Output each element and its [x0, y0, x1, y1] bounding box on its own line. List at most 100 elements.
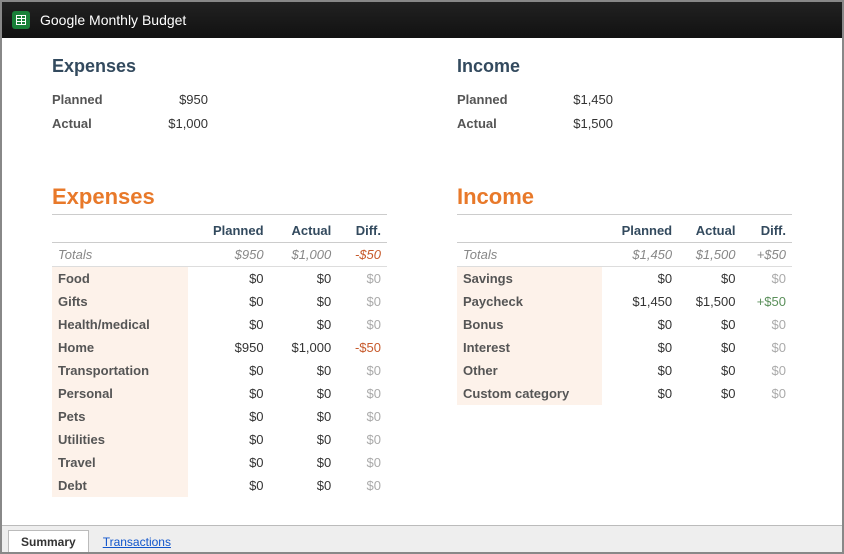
expenses-row-diff[interactable]: $0 [337, 359, 387, 382]
income-row-name[interactable]: Interest [457, 336, 602, 359]
table-row: Bonus$0$0$0 [457, 313, 792, 336]
tab-transactions[interactable]: Transactions [91, 531, 183, 553]
expenses-totals-row: Totals $950 $1,000 -$50 [52, 242, 387, 266]
expenses-row-actual[interactable]: $0 [270, 405, 338, 428]
expenses-row-planned[interactable]: $0 [188, 474, 270, 497]
income-row-name[interactable]: Custom category [457, 382, 602, 405]
expenses-row-name[interactable]: Home [52, 336, 188, 359]
table-row: Home$950$1,000-$50 [52, 336, 387, 359]
income-row-diff[interactable]: $0 [741, 382, 792, 405]
expenses-row-actual[interactable]: $0 [270, 290, 338, 313]
income-row-planned[interactable]: $0 [602, 359, 679, 382]
income-actual-value: $1,500 [553, 116, 613, 131]
income-totals-diff: +$50 [741, 242, 792, 266]
income-row-actual[interactable]: $0 [678, 336, 741, 359]
table-row: Paycheck$1,450$1,500+$50 [457, 290, 792, 313]
expenses-row-name[interactable]: Food [52, 266, 188, 290]
expenses-row-actual[interactable]: $1,000 [270, 336, 338, 359]
income-row-actual[interactable]: $1,500 [678, 290, 741, 313]
expenses-row-actual[interactable]: $0 [270, 266, 338, 290]
expenses-row-planned[interactable]: $0 [188, 382, 270, 405]
income-col-actual: Actual [678, 214, 741, 242]
expenses-summary: Expenses Planned $950 Actual $1,000 [52, 56, 387, 154]
income-row-planned[interactable]: $0 [602, 313, 679, 336]
income-row-diff[interactable]: $0 [741, 266, 792, 290]
expenses-row-actual[interactable]: $0 [270, 359, 338, 382]
income-planned-row: Planned $1,450 [457, 87, 792, 111]
income-totals-row: Totals $1,450 $1,500 +$50 [457, 242, 792, 266]
expenses-row-name[interactable]: Pets [52, 405, 188, 428]
expenses-row-actual[interactable]: $0 [270, 313, 338, 336]
expenses-row-diff[interactable]: $0 [337, 382, 387, 405]
content-area: Expenses Planned $950 Actual $1,000 Inco… [2, 38, 842, 525]
income-row-planned[interactable]: $0 [602, 266, 679, 290]
expenses-row-diff[interactable]: $0 [337, 474, 387, 497]
expenses-row-planned[interactable]: $0 [188, 359, 270, 382]
expenses-row-planned[interactable]: $950 [188, 336, 270, 359]
income-totals-label: Totals [457, 242, 602, 266]
sheet-tabs: Summary Transactions [2, 525, 842, 552]
income-summary: Income Planned $1,450 Actual $1,500 [457, 56, 792, 154]
income-row-name[interactable]: Paycheck [457, 290, 602, 313]
table-row: Utilities$0$0$0 [52, 428, 387, 451]
expenses-row-diff[interactable]: $0 [337, 313, 387, 336]
expenses-row-planned[interactable]: $0 [188, 451, 270, 474]
expenses-row-name[interactable]: Health/medical [52, 313, 188, 336]
expenses-row-planned[interactable]: $0 [188, 313, 270, 336]
income-row-diff[interactable]: $0 [741, 336, 792, 359]
income-row-planned[interactable]: $0 [602, 336, 679, 359]
income-row-planned[interactable]: $1,450 [602, 290, 679, 313]
expenses-row-actual[interactable]: $0 [270, 474, 338, 497]
tab-summary[interactable]: Summary [8, 530, 89, 553]
expenses-row-actual[interactable]: $0 [270, 382, 338, 405]
income-row-diff[interactable]: +$50 [741, 290, 792, 313]
expenses-col-actual: Actual [270, 214, 338, 242]
income-row-actual[interactable]: $0 [678, 266, 741, 290]
income-row-name[interactable]: Savings [457, 266, 602, 290]
income-row-planned[interactable]: $0 [602, 382, 679, 405]
expenses-row-planned[interactable]: $0 [188, 428, 270, 451]
expenses-row-diff[interactable]: -$50 [337, 336, 387, 359]
income-row-actual[interactable]: $0 [678, 313, 741, 336]
expenses-row-name[interactable]: Transportation [52, 359, 188, 382]
expenses-actual-value: $1,000 [148, 116, 208, 131]
income-planned-label: Planned [457, 92, 547, 107]
expenses-totals-label: Totals [52, 242, 188, 266]
expenses-row-diff[interactable]: $0 [337, 266, 387, 290]
income-totals-planned: $1,450 [602, 242, 679, 266]
expenses-row-diff[interactable]: $0 [337, 290, 387, 313]
expenses-row-planned[interactable]: $0 [188, 266, 270, 290]
expenses-planned-value: $950 [148, 92, 208, 107]
income-planned-value: $1,450 [553, 92, 613, 107]
income-row-diff[interactable]: $0 [741, 359, 792, 382]
expenses-row-planned[interactable]: $0 [188, 290, 270, 313]
expenses-actual-bar [214, 113, 387, 133]
income-col-diff: Diff. [741, 214, 792, 242]
expenses-row-diff[interactable]: $0 [337, 428, 387, 451]
expenses-row-diff[interactable]: $0 [337, 405, 387, 428]
income-planned-bar [619, 89, 792, 109]
expenses-row-name[interactable]: Gifts [52, 290, 188, 313]
expenses-col-diff: Diff. [337, 214, 387, 242]
expenses-row-name[interactable]: Debt [52, 474, 188, 497]
income-row-diff[interactable]: $0 [741, 313, 792, 336]
income-row-name[interactable]: Bonus [457, 313, 602, 336]
app-window: Google Monthly Budget Expenses Planned $… [0, 0, 844, 554]
expenses-row-actual[interactable]: $0 [270, 451, 338, 474]
expenses-row-name[interactable]: Utilities [52, 428, 188, 451]
sheets-icon [12, 11, 30, 29]
expenses-col-planned: Planned [188, 214, 270, 242]
expenses-row-planned[interactable]: $0 [188, 405, 270, 428]
table-row: Savings$0$0$0 [457, 266, 792, 290]
income-row-name[interactable]: Other [457, 359, 602, 382]
expenses-row-diff[interactable]: $0 [337, 451, 387, 474]
table-row: Debt$0$0$0 [52, 474, 387, 497]
income-row-actual[interactable]: $0 [678, 382, 741, 405]
expenses-row-name[interactable]: Travel [52, 451, 188, 474]
income-totals-actual: $1,500 [678, 242, 741, 266]
expenses-row-actual[interactable]: $0 [270, 428, 338, 451]
expenses-row-name[interactable]: Personal [52, 382, 188, 405]
table-row: Transportation$0$0$0 [52, 359, 387, 382]
expenses-planned-row: Planned $950 [52, 87, 387, 111]
income-row-actual[interactable]: $0 [678, 359, 741, 382]
